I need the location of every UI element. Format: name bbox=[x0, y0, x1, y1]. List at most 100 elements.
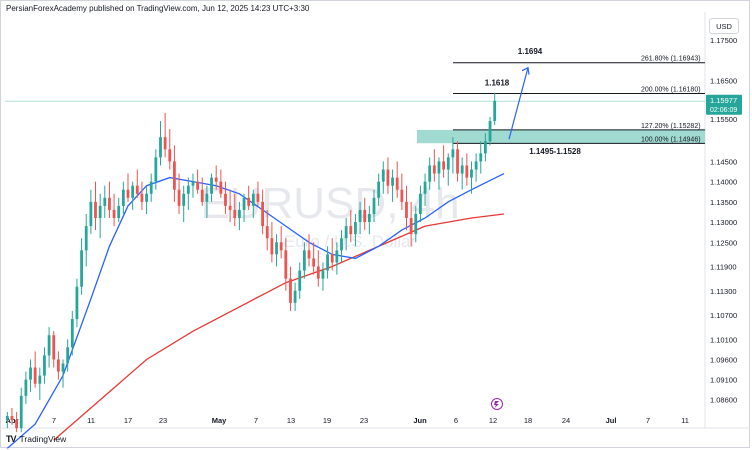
candle-body bbox=[284, 250, 288, 279]
price-tick-label: 1.09100 bbox=[710, 376, 737, 385]
candle-body bbox=[302, 250, 306, 271]
candle-body bbox=[5, 416, 9, 421]
candle-body bbox=[94, 201, 97, 219]
time-tick-label: Jul bbox=[606, 416, 617, 425]
candle-body bbox=[191, 181, 195, 186]
candle-body bbox=[344, 226, 348, 239]
candle-body bbox=[256, 193, 260, 202]
candle-body bbox=[159, 137, 162, 158]
candle-body bbox=[470, 169, 473, 178]
arrow-head bbox=[521, 66, 530, 75]
time-tick-label: May bbox=[212, 416, 227, 425]
candle-body bbox=[358, 209, 362, 223]
price-tag-countdown: 02:06:09 bbox=[710, 107, 737, 114]
candle-body bbox=[419, 193, 422, 214]
candle-body bbox=[29, 367, 32, 380]
candle-body bbox=[173, 161, 176, 190]
candle-body bbox=[52, 335, 56, 360]
time-tick-label: 12 bbox=[489, 416, 497, 425]
projection-arrow bbox=[508, 67, 529, 140]
current-price-tag: 1.15977 02:06:09 bbox=[706, 94, 742, 115]
time-tick-label: 23 bbox=[360, 416, 368, 425]
price-axis: 1.17500 1.16500 1.15500 1.14500 1.14000 1.135… bbox=[710, 36, 737, 404]
footer-brand: TV TradingView bbox=[6, 434, 66, 444]
candle-body bbox=[121, 189, 125, 206]
candle-body bbox=[279, 242, 283, 251]
candle-body bbox=[15, 420, 18, 429]
price-tick-label: 1.16500 bbox=[710, 77, 737, 86]
price-tick-label: 1.11900 bbox=[710, 263, 737, 272]
candle-body bbox=[289, 278, 292, 303]
candle-body bbox=[326, 254, 329, 271]
price-tick-label: 1.12500 bbox=[710, 238, 737, 247]
candle-body bbox=[432, 165, 436, 174]
candle-body bbox=[247, 197, 251, 206]
candle-body bbox=[205, 193, 209, 202]
candle-body bbox=[321, 270, 325, 279]
candle-body bbox=[335, 250, 339, 263]
time-tick-label: 7 bbox=[254, 416, 258, 425]
candle-body bbox=[168, 149, 172, 162]
candle-body bbox=[312, 258, 316, 267]
candle-body bbox=[270, 238, 274, 255]
candle-body bbox=[456, 149, 459, 174]
time-tick-label: 18 bbox=[524, 416, 532, 425]
candle-body bbox=[316, 266, 320, 279]
candle-body bbox=[251, 193, 255, 206]
price-chart[interactable]: EURUSD, 4hEuro / U.S. Dollar1.175001.165… bbox=[0, 0, 752, 450]
candle-body bbox=[75, 286, 79, 320]
candle-body bbox=[186, 185, 190, 194]
candle-body bbox=[80, 250, 83, 287]
candle-body bbox=[307, 250, 311, 259]
time-tick-label: 11 bbox=[681, 416, 689, 425]
time-axis: Apr 7 11 17 23 May 7 13 19 23 Jun 6 12 18 24 Jul 7 11 bbox=[6, 416, 689, 425]
event-marker-icon bbox=[491, 398, 503, 410]
candle-body bbox=[24, 379, 28, 396]
time-tick-label: 13 bbox=[287, 416, 295, 425]
time-tick-label: 19 bbox=[323, 416, 331, 425]
candle-body bbox=[460, 165, 464, 174]
candle-body bbox=[423, 181, 427, 194]
candle-body bbox=[61, 363, 65, 372]
candle-body bbox=[391, 177, 394, 186]
candle-body bbox=[210, 177, 213, 194]
candle-body bbox=[484, 141, 487, 154]
candle-body bbox=[135, 185, 139, 194]
candle-body bbox=[70, 319, 74, 348]
candle-body bbox=[437, 161, 441, 174]
candle-body bbox=[228, 205, 232, 210]
time-tick-label: 23 bbox=[159, 416, 167, 425]
candle-body bbox=[117, 205, 121, 219]
fib-label: 261.80% (1.16943) bbox=[641, 56, 701, 63]
candle-body bbox=[330, 254, 334, 263]
candle-body bbox=[47, 335, 51, 356]
candle-body bbox=[84, 226, 88, 251]
candle-body bbox=[479, 153, 483, 162]
candle-body bbox=[414, 213, 418, 235]
candle-body bbox=[112, 209, 116, 219]
candle-body bbox=[340, 238, 343, 251]
fib-label: 127.20% (1.15282) bbox=[641, 123, 701, 130]
time-tick-label: 7 bbox=[52, 416, 56, 425]
price-tick-label: 1.15500 bbox=[710, 115, 737, 124]
candle-body bbox=[493, 100, 497, 122]
price-tick-label: 1.09600 bbox=[710, 355, 737, 364]
target-label-1694: 1.1694 bbox=[518, 47, 543, 56]
candle-body bbox=[66, 347, 70, 364]
candle-body bbox=[386, 169, 390, 186]
candle-body bbox=[395, 177, 399, 190]
zone-label: 1.1495-1.1528 bbox=[529, 147, 581, 156]
tradingview-logo: TV bbox=[6, 434, 16, 444]
candle-body bbox=[381, 169, 385, 182]
candle-body bbox=[200, 189, 204, 202]
candle-body bbox=[242, 197, 246, 210]
candle-body bbox=[43, 355, 46, 376]
candle-body bbox=[154, 157, 158, 182]
candle-body bbox=[405, 201, 408, 219]
candle-body bbox=[474, 161, 478, 170]
candle-body bbox=[126, 189, 130, 198]
candle-body bbox=[238, 209, 241, 219]
target-label-1618: 1.1618 bbox=[485, 79, 510, 88]
candle-body bbox=[400, 189, 404, 202]
candle-body bbox=[409, 218, 413, 235]
